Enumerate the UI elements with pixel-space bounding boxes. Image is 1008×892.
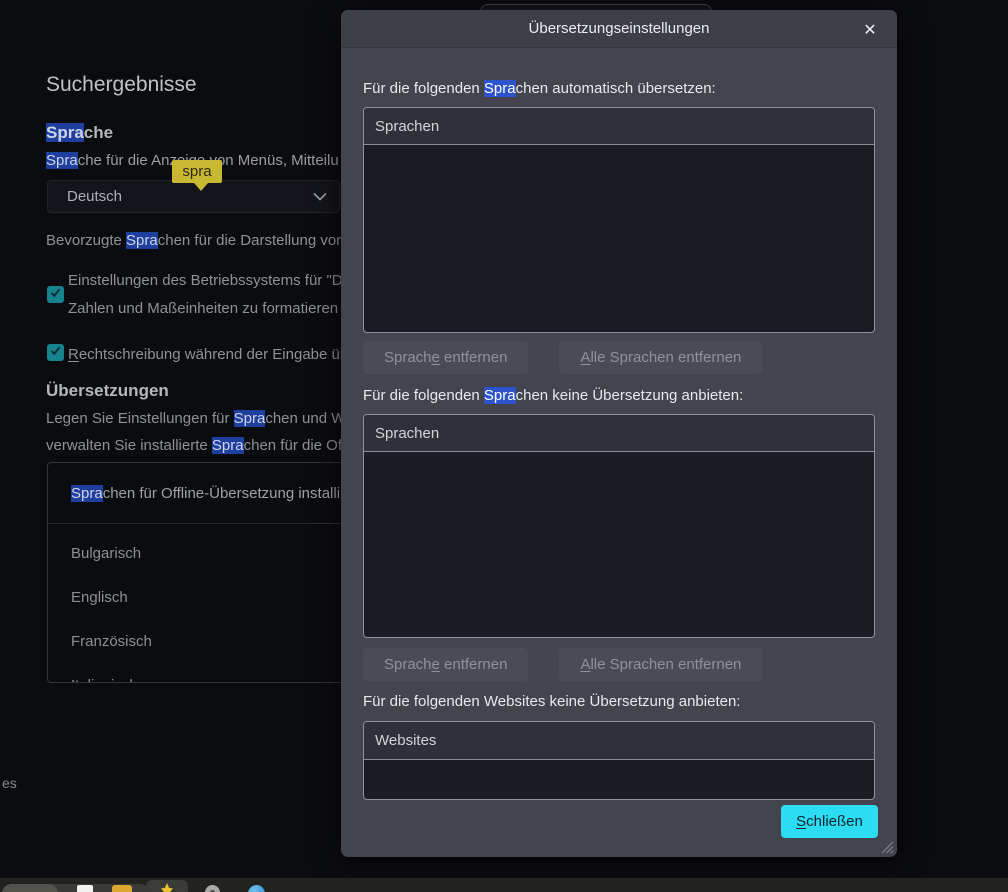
translations-description-line1: Legen Sie Einstellungen für Sprachen und… [46,410,354,427]
taskbar [0,878,1008,892]
offline-languages-header: Sprachen für Offline-Übersetzung install… [71,485,341,502]
os-settings-checkbox[interactable] [47,286,64,303]
never-translate-language-list[interactable]: Sprachen [363,414,875,638]
find-highlight: Spra [46,123,84,142]
remove-language-button[interactable]: Sprache entfernen [363,648,529,681]
list-column-header: Sprachen [364,415,874,452]
schliessen-button[interactable]: Schließen [781,805,878,838]
gear-icon[interactable] [205,885,220,892]
check-icon [49,344,62,362]
spellcheck-label: Rechtschreibung während der Eingabe üb [68,346,349,363]
clipped-text-fragment: es [2,775,17,791]
list-item-englisch[interactable]: Englisch [71,589,128,606]
ui-language-select-value: Deutsch [67,188,123,205]
folder-icon[interactable] [112,885,132,892]
translations-description-line2: verwalten Sie installierte Sprachen für … [46,437,342,454]
notepad-icon[interactable] [77,885,93,892]
list-item-italienisch[interactable]: Italienisch [71,677,138,682]
spellcheck-checkbox[interactable] [47,344,64,361]
never-translate-actions: Sprache entfernen Alle Sprachen entferne… [363,648,763,681]
star-app-icon [161,883,173,892]
close-icon: ✕ [863,22,877,39]
auto-translate-language-list[interactable]: Sprachen [363,107,875,333]
chevron-down-icon [313,188,327,205]
page-title: Suchergebnisse [46,73,197,96]
translation-settings-dialog: Übersetzungseinstellungen ✕ Für die folg… [341,10,897,857]
check-icon [49,286,62,304]
globe-icon[interactable] [248,885,265,892]
remove-language-button[interactable]: Sprache entfernen [363,341,529,374]
find-highlight: Spra [126,232,158,249]
os-settings-label-line1: Einstellungen des Betriebssystems für "D… [68,272,351,289]
os-settings-label-line2: Zahlen und Maßeinheiten zu formatieren [68,300,339,317]
resize-grip-icon[interactable] [879,839,894,854]
find-highlight: Spra [211,437,244,454]
never-translate-label: Für die folgenden Sprachen keine Überset… [363,387,744,404]
screen: Suchergebnisse Sprache Sprache für die A… [0,0,1008,892]
never-translate-site-list[interactable]: Websites [363,721,875,800]
list-column-header: Websites [364,722,874,760]
dialog-title: Übersetzungseinstellungen [528,20,710,37]
close-button[interactable]: ✕ [857,18,883,42]
find-highlight: Spra [233,410,266,427]
auto-translate-label: Für die folgenden Sprachen automatisch ü… [363,80,716,97]
language-section-heading: Sprache [46,123,114,142]
dialog-titlebar: Übersetzungseinstellungen [341,10,897,48]
list-item-franzoesisch[interactable]: Französisch [71,633,152,650]
auto-translate-actions: Sprache entfernen Alle Sprachen entferne… [363,341,763,374]
taskbar-search-cap[interactable] [2,884,58,892]
preferred-languages-line: Bevorzugte Sprachen für die Darstellung … [46,232,342,249]
find-highlight: Spra [46,152,78,169]
quick-find-tooltip: spra [172,160,222,191]
find-highlight: Spra [483,387,516,404]
find-highlight: Spra [71,485,103,502]
remove-all-languages-button[interactable]: Alle Sprachen entfernen [559,648,763,681]
remove-all-languages-button[interactable]: Alle Sprachen entfernen [559,341,763,374]
list-column-header: Sprachen [364,108,874,145]
star-app-tile[interactable] [146,880,188,892]
translations-section-heading: Übersetzungen [46,381,169,400]
never-translate-sites-label: Für die folgenden Websites keine Überset… [363,693,741,710]
find-highlight: Spra [483,80,516,97]
list-item-bulgarisch[interactable]: Bulgarisch [71,545,141,562]
